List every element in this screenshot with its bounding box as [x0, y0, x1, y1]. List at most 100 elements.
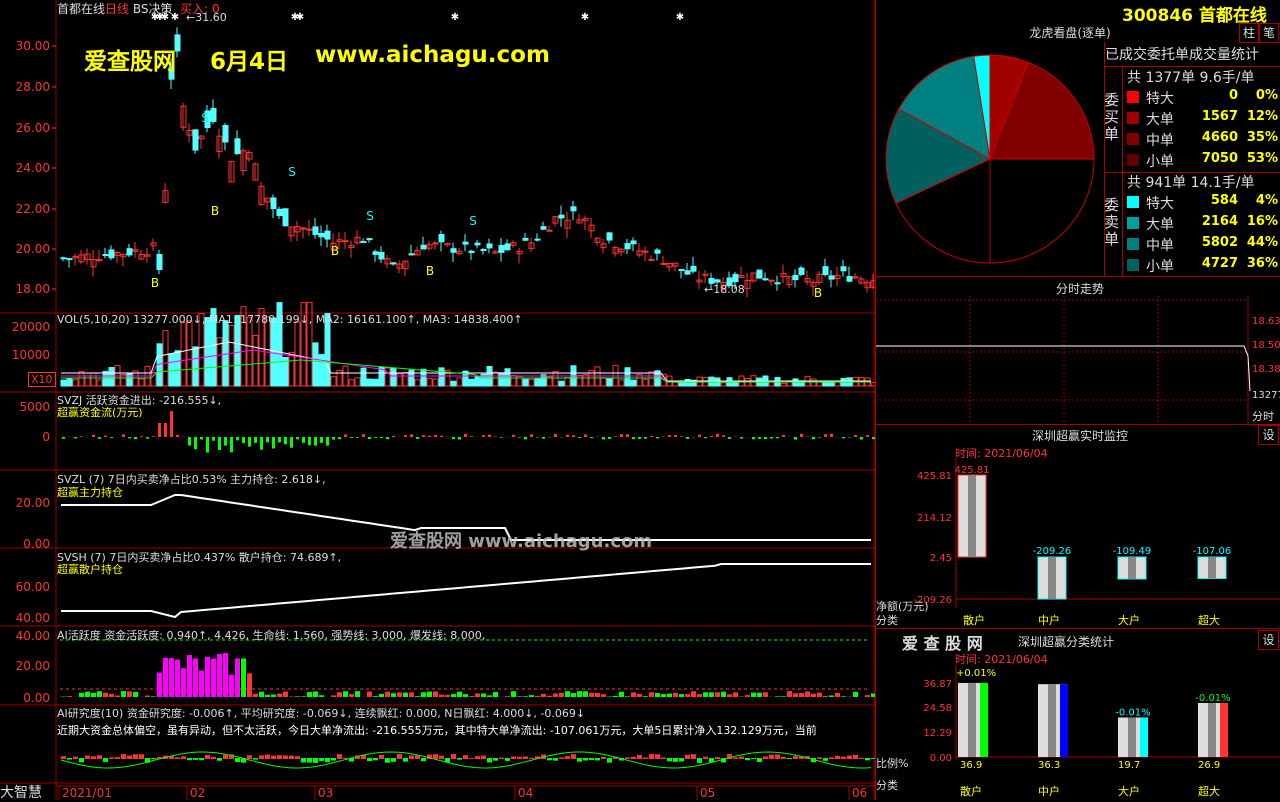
svzj-bar	[422, 435, 425, 437]
ai2-bar	[649, 754, 654, 759]
stat-bar-stripe	[1208, 703, 1216, 757]
candle-body	[475, 243, 480, 245]
buy-row: 大单156712%	[1124, 108, 1280, 129]
volume-bar	[373, 379, 378, 386]
svzj-bar	[614, 436, 617, 437]
ai1-bar	[157, 673, 162, 697]
volume-bar	[109, 367, 114, 386]
ai1-bar	[445, 695, 450, 697]
ai1-bar	[163, 658, 168, 697]
ai1-bar	[655, 693, 660, 697]
ai1-bar	[301, 696, 306, 697]
svzj-bar	[758, 437, 761, 439]
tick-mode-button[interactable]: 笔	[1259, 23, 1279, 43]
volume-bar	[493, 372, 498, 386]
buy-count: 4660	[1202, 130, 1238, 145]
monitor-bar-0	[958, 475, 986, 557]
ai1-bar	[145, 696, 150, 697]
ai1-bar	[319, 695, 324, 697]
ai2-bar	[289, 756, 294, 759]
monitor-settings-button[interactable]: 设	[1258, 425, 1279, 445]
volume-bar	[721, 383, 726, 386]
svzl-subtitle: 超赢主力持仓	[57, 484, 123, 500]
volume-bar	[673, 382, 678, 386]
ai1-bar	[175, 660, 180, 697]
candle-body	[691, 266, 696, 271]
volume-bar	[391, 368, 396, 386]
svzj-bar	[416, 437, 419, 439]
ai1-bar	[679, 694, 684, 697]
svzj-bar	[242, 437, 245, 443]
star-marker: ✱	[451, 12, 459, 23]
buy-pct: 0%	[1256, 88, 1278, 103]
svzj-bar	[710, 436, 713, 437]
ai1-bar	[667, 694, 672, 697]
candle-body	[469, 251, 474, 252]
svzj-bar	[656, 437, 659, 438]
fenshi-tick: 18.63	[1252, 316, 1280, 327]
svzl-tick: 0.00	[23, 537, 50, 551]
ai1-bar	[535, 696, 540, 697]
ai1-bar	[865, 695, 870, 697]
stat-xlabel: 分类	[876, 778, 898, 792]
candle-body	[571, 207, 576, 211]
ai2-bar	[757, 758, 762, 762]
volume-bar	[631, 380, 636, 386]
svzj-bar	[848, 437, 851, 438]
svzj-bar	[380, 437, 383, 438]
color-swatch	[1127, 259, 1139, 271]
volume-bar	[313, 343, 318, 386]
bar-mode-button[interactable]: 柱	[1239, 23, 1259, 43]
ai1-bar	[391, 693, 396, 697]
signal-b: B	[151, 276, 159, 290]
longhu-pie	[876, 42, 1106, 277]
ai1-bar	[829, 695, 834, 697]
svzj-bar	[638, 437, 641, 439]
candle-body	[319, 233, 324, 236]
ai1-bar	[211, 659, 216, 697]
ai1-bar	[151, 696, 156, 697]
ai2-bar	[733, 757, 738, 759]
ai2-bar	[853, 755, 858, 759]
svzj-bar	[812, 437, 815, 439]
candle-body	[463, 242, 468, 244]
ai2-bar	[133, 754, 138, 759]
monitor-category: 中户	[1038, 613, 1060, 627]
fenshi-chart[interactable]: 18.6318.5018.3813277分时	[876, 296, 1280, 424]
ai1-bar	[601, 694, 606, 697]
ai2-bar	[457, 758, 462, 760]
ai1-bar	[241, 658, 246, 697]
volume-bar	[469, 379, 474, 386]
ai2-bar	[439, 756, 444, 759]
monitor-bar-stripe	[1128, 557, 1136, 579]
date-label: 06	[852, 786, 867, 800]
price-tick: 18.00	[16, 282, 50, 296]
ai2-bar	[403, 758, 408, 762]
ai1-bar	[637, 694, 642, 697]
ai1-tick: 20.00	[16, 659, 50, 673]
svzj-bar	[74, 437, 77, 438]
ai2-bar	[505, 758, 510, 761]
ai2-bar	[643, 758, 648, 759]
volume-bar	[565, 378, 570, 386]
ai1-bar	[379, 694, 384, 697]
ai1-bar	[577, 691, 582, 697]
buy-row: 小单705053%	[1124, 150, 1280, 171]
ai1-bar	[817, 693, 822, 697]
candle-body	[451, 249, 456, 253]
ai2-bar	[235, 758, 240, 762]
ai2-bar	[421, 758, 426, 761]
candle-body	[625, 244, 630, 249]
stat-tick: 24.58	[923, 703, 952, 714]
svzj-bar	[410, 434, 413, 437]
vol-unit-badge: X10	[28, 372, 56, 387]
volume-bar	[439, 368, 444, 386]
svzj-bar	[800, 434, 803, 437]
watermark-url: www.aichagu.com	[315, 42, 550, 68]
volume-bar	[163, 331, 168, 386]
svzj-bar	[518, 437, 521, 438]
low-price-annot: ←18.08	[704, 283, 745, 296]
ai1-bar	[565, 691, 570, 697]
stat-settings-button[interactable]: 设	[1258, 630, 1279, 650]
candle-body	[97, 260, 102, 261]
